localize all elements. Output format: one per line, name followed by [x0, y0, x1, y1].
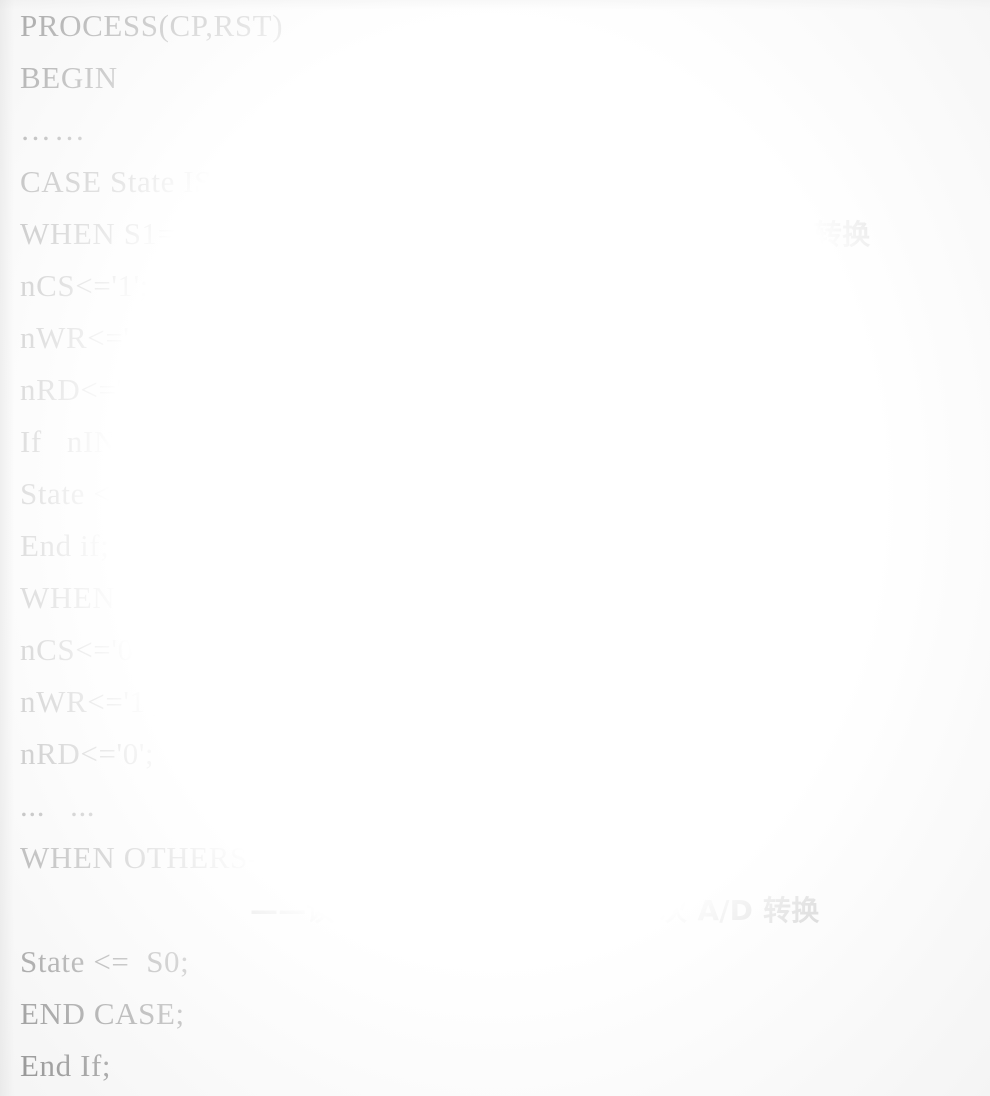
scanned-page: PROCESS(CP,RST) BEGIN …… CASE State IS WHEN …	[0, 0, 990, 1096]
code-statement: ……	[20, 112, 88, 147]
code-line: End If;	[0, 1040, 990, 1092]
code-line: End if;	[0, 520, 990, 572]
code-comment: ——在状态 S1,启动 A/D 转换	[480, 218, 871, 251]
code-statement: WHEN S2=>	[20, 580, 194, 615]
code-line: PROCESS(CP,RST)	[0, 0, 990, 52]
code-line: WHEN OTHERS=>	[0, 832, 990, 884]
code-statement: End If;	[20, 1048, 112, 1083]
code-statement: WHEN S1=>	[20, 216, 194, 251]
code-statement: nRD<='1';	[20, 372, 155, 407]
code-line: ……	[0, 104, 990, 156]
code-statement: nCS<='1';	[20, 268, 150, 303]
code-line: nWR<='1';	[0, 676, 990, 728]
vhdl-code-listing: PROCESS(CP,RST) BEGIN …… CASE State IS WHEN …	[0, 0, 990, 1092]
code-line: State <= S2;	[0, 468, 990, 520]
code-line: nCS<='0';	[0, 624, 990, 676]
code-line: State <= S0;	[0, 936, 990, 988]
code-statement: nWR<='1';	[20, 320, 162, 355]
code-statement: WHEN OTHERS=>	[20, 840, 285, 875]
code-statement: State <= S2;	[20, 476, 190, 511]
code-line: WHEN S2=> ——在状态 S2,开始读取 A/D 转换结果	[0, 572, 990, 624]
code-statement: State <= S0;	[20, 944, 190, 979]
code-line: ——读取完毕,进入 S0 开始下一次 A/D 转换	[0, 884, 990, 936]
code-line: nCS<='1';	[0, 260, 990, 312]
code-statement: If nINTR='0' Then	[20, 424, 279, 459]
code-line: CASE State IS	[0, 156, 990, 208]
code-line: nRD<='1';	[0, 364, 990, 416]
code-line: END CASE;	[0, 988, 990, 1040]
code-line: BEGIN	[0, 52, 990, 104]
code-line: WHEN S1=> ——在状态 S1,启动 A/D 转换	[0, 208, 990, 260]
code-statement: END CASE;	[20, 996, 185, 1031]
code-statement: PROCESS(CP,RST)	[20, 8, 284, 43]
code-comment: ——读取完毕,进入 S0 开始下一次 A/D 转换	[250, 894, 820, 927]
code-line: nWR<='1';	[0, 312, 990, 364]
code-statement: CASE State IS	[20, 164, 213, 199]
code-statement: nCS<='0';	[20, 632, 150, 667]
code-statement: BEGIN	[20, 60, 118, 95]
code-line: ... ...	[0, 780, 990, 832]
code-line: nRD<='0';	[0, 728, 990, 780]
code-comment: ——在状态 S2,开始读取 A/D 转换结果	[288, 582, 792, 615]
code-statement: nWR<='1';	[20, 684, 162, 719]
code-comment: ——A/D 转换结束进入状态 S2	[470, 426, 868, 459]
code-statement: nRD<='0';	[20, 736, 155, 771]
code-statement: End if;	[20, 528, 110, 563]
code-line: If nINTR='0' Then ——A/D 转换结束进入状态 S2	[0, 416, 990, 468]
code-statement: ... ...	[20, 788, 96, 823]
